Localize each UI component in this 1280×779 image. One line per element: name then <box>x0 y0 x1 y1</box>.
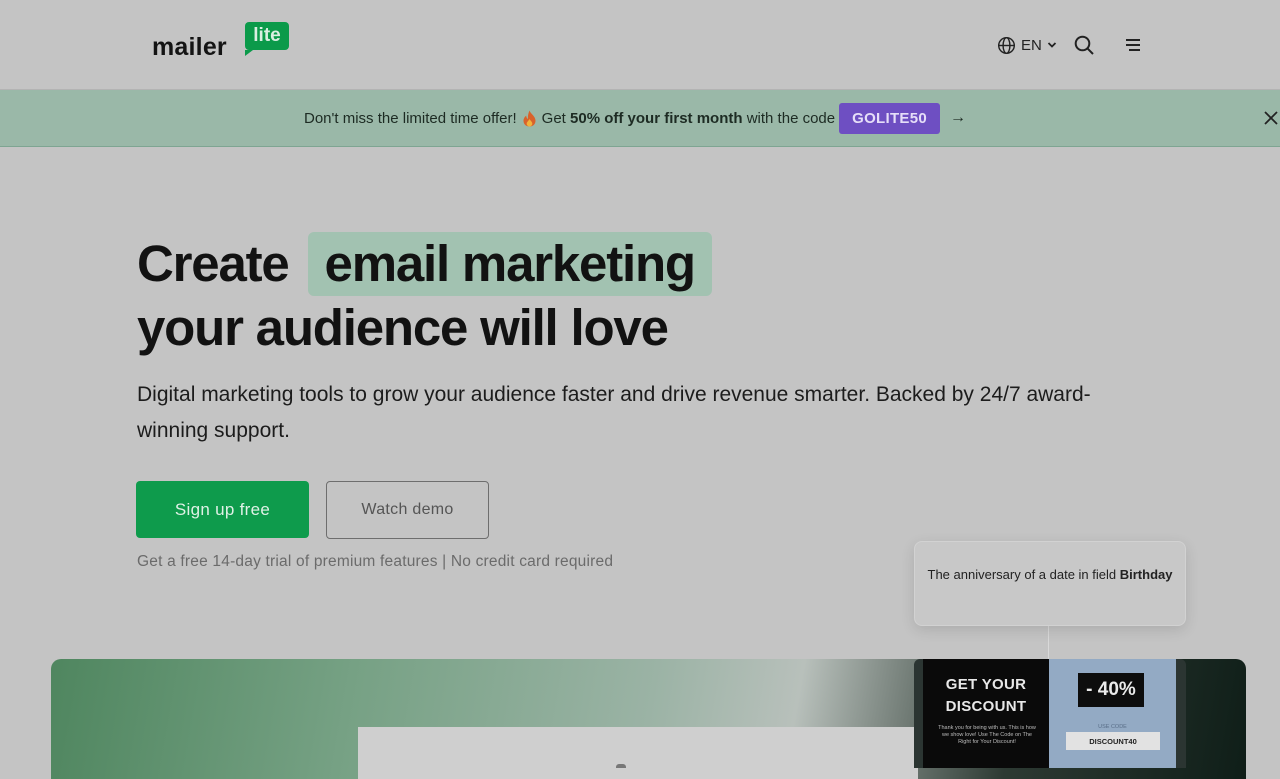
automation-trigger-tooltip: The anniversary of a date in field Birth… <box>914 541 1186 626</box>
hero-subtitle: Digital marketing tools to grow your aud… <box>137 383 1091 442</box>
email-preview-use-label: USE CODE <box>1098 724 1127 730</box>
email-preview-code: DISCOUNT40 <box>1066 732 1160 750</box>
email-preview: GET YOUR DISCOUNT Thank you for being wi… <box>914 659 1186 768</box>
logo-badge: lite <box>245 22 289 56</box>
tooltip-text-block: The anniversary of a date in field Birth… <box>915 567 1185 583</box>
language-selector[interactable]: EN <box>997 34 1057 56</box>
tooltip-connector <box>1048 624 1049 660</box>
logo-badge-text: lite <box>253 25 281 46</box>
sign-up-button[interactable]: Sign up free <box>136 481 309 538</box>
language-code: EN <box>1021 36 1042 54</box>
fire-icon <box>523 110 536 126</box>
showcase-preview-card <box>358 727 918 779</box>
email-preview-headline: GET YOUR DISCOUNT <box>945 676 1027 715</box>
promo-text-get: Get <box>541 109 566 127</box>
showcase-marker <box>616 764 626 768</box>
trial-note: Get a free 14-day trial of premium featu… <box>137 553 614 570</box>
tooltip-text: The anniversary of a date in field <box>927 567 1117 582</box>
chevron-down-icon <box>1047 42 1056 48</box>
watch-demo-button[interactable]: Watch demo <box>326 481 489 539</box>
promo-message: Don't miss the limited time offer! Get 5… <box>304 90 966 146</box>
email-preview-right: - 40% USE CODE DISCOUNT40 <box>1049 659 1176 768</box>
search-icon[interactable] <box>1073 34 1095 56</box>
menu-icon[interactable] <box>1122 34 1144 56</box>
promo-text-before: Don't miss the limited time offer! <box>304 109 517 127</box>
promo-banner: Don't miss the limited time offer! Get 5… <box>0 90 1280 147</box>
hero-title-word: Create <box>137 235 290 292</box>
close-icon[interactable] <box>1262 109 1280 127</box>
logo-wordmark: mailer <box>152 33 227 61</box>
tooltip-field: Birthday <box>1119 567 1173 582</box>
email-preview-body: Thank you for being with us. This is how… <box>938 725 1036 745</box>
promo-code-badge[interactable]: GOLITE50 <box>839 102 941 134</box>
hero-title-line1: Create email marketing <box>137 232 712 296</box>
promo-text-after: with the code <box>746 109 836 127</box>
promo-text-bold: 50% off your first month <box>570 109 743 127</box>
hero-title: Create email marketing your audience wil… <box>137 232 712 360</box>
email-preview-left: GET YOUR DISCOUNT Thank you for being wi… <box>923 659 1049 768</box>
site-header: mailer lite EN <box>0 0 1280 90</box>
hero-title-highlight: email marketing <box>307 232 712 296</box>
email-preview-percent: - 40% <box>1078 673 1144 707</box>
globe-icon <box>997 36 1016 54</box>
arrow-right-icon[interactable]: → <box>950 109 966 127</box>
hero-title-line2: your audience will love <box>137 299 669 356</box>
